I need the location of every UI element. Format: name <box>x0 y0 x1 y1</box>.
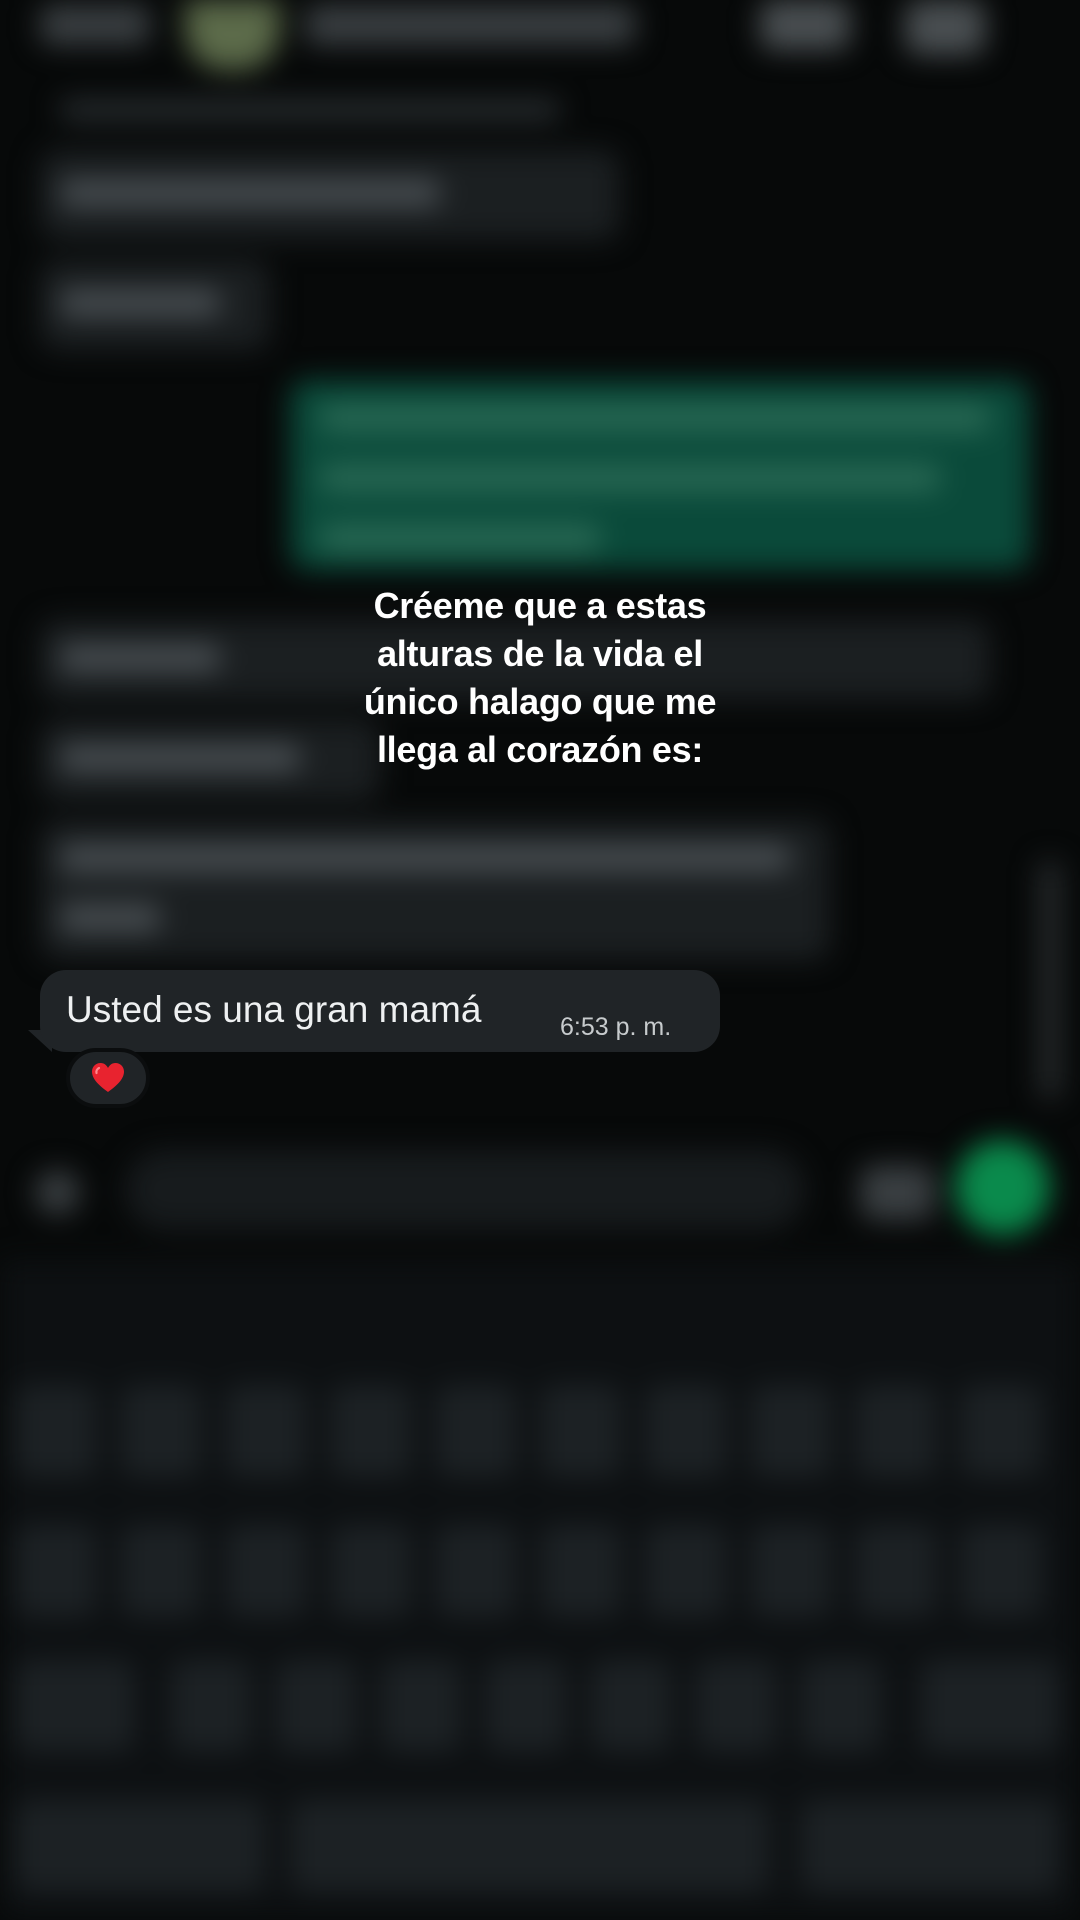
key[interactable] <box>800 1660 882 1752</box>
key[interactable] <box>330 1525 412 1617</box>
key[interactable] <box>120 1385 202 1477</box>
chat-screen: Créeme que a estas alturas de la vida el… <box>0 0 1080 1920</box>
key[interactable] <box>540 1385 622 1477</box>
blurred-text <box>60 845 790 871</box>
key[interactable] <box>15 1525 97 1617</box>
keyboard <box>0 1260 1080 1920</box>
message-time: 6:53 p. m. <box>560 1013 672 1041</box>
key[interactable] <box>960 1525 1042 1617</box>
key[interactable] <box>960 1385 1042 1477</box>
key[interactable] <box>435 1525 517 1617</box>
key[interactable] <box>330 1385 412 1477</box>
message-text: Usted es una gran mamá <box>66 989 482 1030</box>
shift-key[interactable] <box>15 1660 135 1752</box>
key[interactable] <box>540 1525 622 1617</box>
message-bubble-highlighted[interactable]: Usted es una gran mamá 6:53 p. m. <box>40 970 720 1052</box>
key[interactable] <box>15 1385 97 1477</box>
key[interactable] <box>380 1660 462 1752</box>
blurred-text <box>60 100 560 120</box>
contact-name[interactable] <box>305 5 635 45</box>
key[interactable] <box>435 1385 517 1477</box>
key[interactable] <box>695 1660 777 1752</box>
key[interactable] <box>225 1385 307 1477</box>
backspace-key[interactable] <box>920 1660 1060 1752</box>
blurred-text <box>60 180 440 206</box>
blurred-text <box>60 645 220 671</box>
blurred-text <box>60 905 160 931</box>
blurred-text <box>320 465 940 491</box>
camera-icon[interactable] <box>860 1165 935 1220</box>
contact-avatar[interactable] <box>185 0 280 70</box>
key[interactable] <box>225 1525 307 1617</box>
key[interactable] <box>275 1660 357 1752</box>
message-input[interactable] <box>125 1150 805 1230</box>
key[interactable] <box>645 1385 727 1477</box>
key[interactable] <box>645 1525 727 1617</box>
heart-icon <box>92 1063 124 1092</box>
camera-icon[interactable] <box>760 0 850 50</box>
enter-key[interactable] <box>800 1800 1060 1892</box>
reaction-badge[interactable] <box>66 1048 150 1108</box>
scrollbar[interactable] <box>1040 860 1060 1100</box>
key[interactable] <box>485 1660 567 1752</box>
key[interactable] <box>750 1525 832 1617</box>
blurred-background <box>0 0 1080 1920</box>
key[interactable] <box>590 1660 672 1752</box>
send-icon[interactable] <box>955 1140 1050 1235</box>
blurred-text <box>320 405 990 431</box>
blurred-text <box>320 525 600 551</box>
key[interactable] <box>855 1385 937 1477</box>
key[interactable] <box>170 1660 252 1752</box>
back-button[interactable] <box>40 5 150 45</box>
key[interactable] <box>750 1385 832 1477</box>
blurred-text <box>60 290 220 316</box>
message-bubble <box>40 820 830 960</box>
phone-icon[interactable] <box>905 0 985 55</box>
blurred-text <box>60 745 300 771</box>
symbols-key[interactable] <box>15 1800 265 1892</box>
overlay-caption: Créeme que a estas alturas de la vida el… <box>363 585 717 770</box>
key[interactable] <box>120 1525 202 1617</box>
space-key[interactable] <box>290 1800 770 1892</box>
key[interactable] <box>855 1525 937 1617</box>
plus-icon[interactable] <box>35 1170 80 1215</box>
